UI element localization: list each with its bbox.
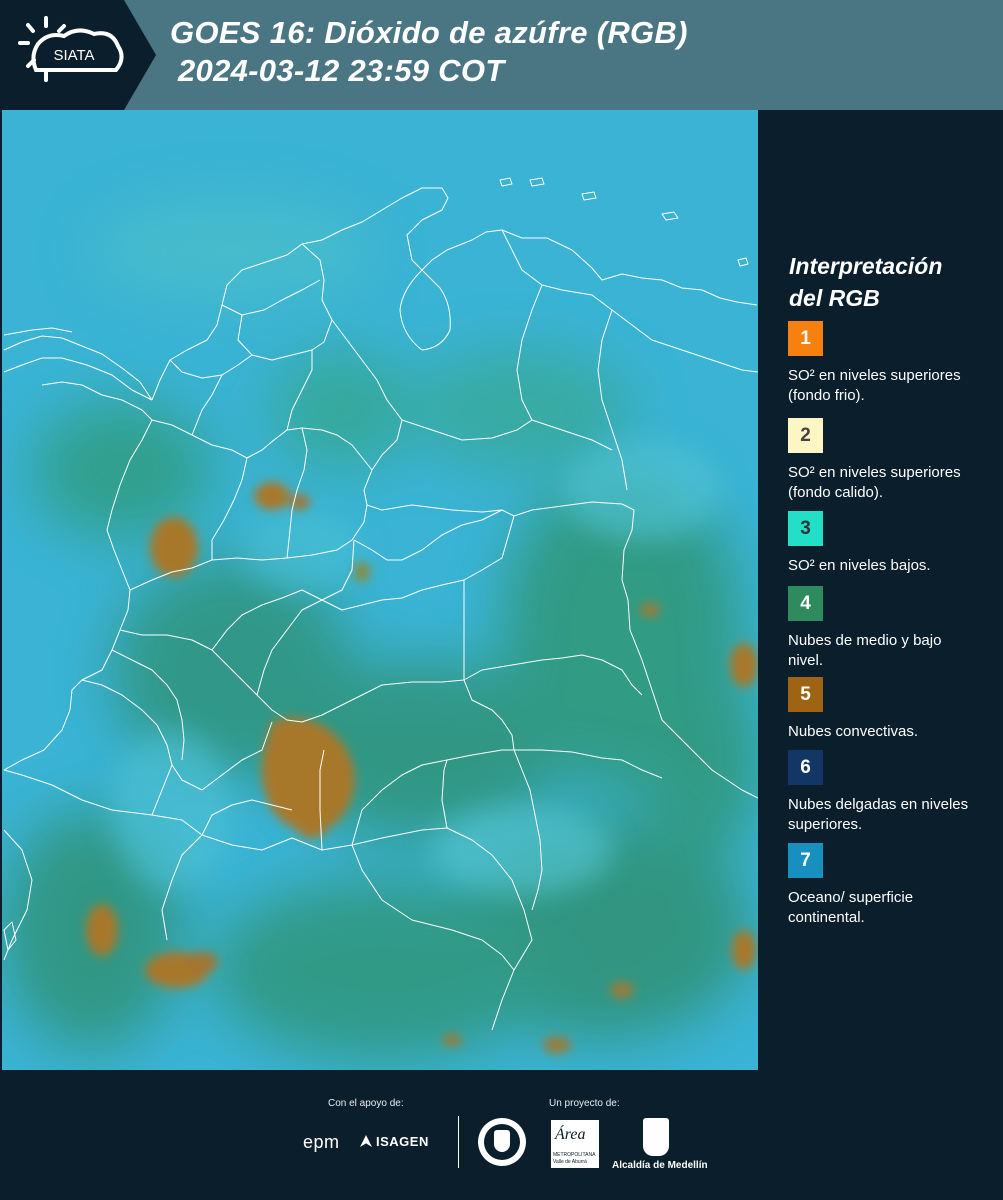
legend-item-4: 4 Nubes de medio y bajo nivel. [788,586,978,671]
logo-text: SIATA [53,47,94,64]
page-title: GOES 16: Dióxido de azúfre (RGB) 2024-03… [170,14,688,90]
legend-swatch-3: 3 [788,511,823,546]
legend-title-line2: del RGB [789,285,880,311]
title-product: GOES 16: Dióxido de azúfre (RGB) [170,15,688,50]
legend-item-7: 7 Oceano/ superficie continental. [788,843,978,928]
legend-title-line1: Interpretación [789,253,943,279]
legend-panel: Interpretación del RGB 1 SO² en niveles … [760,110,1003,1070]
legend-title: Interpretación del RGB [789,250,942,314]
legend-item-5: 5 Nubes convectivas. [788,677,978,742]
legend-text-5: Nubes convectivas. [788,723,919,740]
legend-swatch-7: 7 [788,843,823,878]
title-timestamp: 2024-03-12 23:59 COT [178,53,505,88]
alcaldia-shield-icon[interactable] [643,1118,669,1156]
legend-swatch-6: 6 [788,750,823,785]
area-logo-caption1: METROPOLITANA [553,1152,596,1158]
isagen-logo[interactable]: ISAGEN [360,1134,429,1149]
epm-logo-text: epm [303,1132,340,1152]
legend-swatch-4: 4 [788,586,823,621]
area-metropolitana-logo[interactable]: Área METROPOLITANA Valle de Aburrá [551,1120,599,1168]
legend-swatch-5: 5 [788,677,823,712]
alcaldia-caption: Alcaldía de Medellín [612,1160,708,1171]
header-bar: SIATA GOES 16: Dióxido de azúfre (RGB) 2… [0,0,1003,110]
siata-logo[interactable]: SIATA [0,0,156,110]
project-label: Un proyecto de: [549,1098,620,1109]
legend-item-2: 2 SO² en niveles superiores (fondo calid… [788,418,978,503]
legend-item-6: 6 Nubes delgadas en niveles superiores. [788,750,978,835]
epm-logo[interactable]: epm [303,1132,340,1153]
legend-text-3: SO² en niveles bajos. [788,557,931,574]
legend-text-7: Oceano/ superficie continental. [788,889,914,926]
legend-text-2: SO² en niveles superiores (fondo calido)… [788,464,961,501]
legend-swatch-1: 1 [788,321,823,356]
area-logo-text: Área [555,1126,586,1143]
satellite-map[interactable] [2,110,758,1070]
medellin-seal-icon[interactable] [478,1118,526,1166]
isagen-logo-text: ISAGEN [376,1134,429,1149]
footer-divider [458,1116,459,1168]
legend-text-4: Nubes de medio y bajo nivel. [788,632,942,669]
legend-item-3: 3 SO² en niveles bajos. [788,511,978,576]
legend-text-6: Nubes delgadas en niveles superiores. [788,796,969,833]
isagen-icon [360,1135,372,1147]
legend-item-1: 1 SO² en niveles superiores (fondo frio)… [788,321,978,406]
area-logo-caption2: Valle de Aburrá [553,1159,587,1165]
footer: Con el apoyo de: Un proyecto de: epm ISA… [0,1070,1003,1200]
legend-swatch-2: 2 [788,418,823,453]
legend-text-1: SO² en niveles superiores (fondo frio). [788,367,961,404]
support-label: Con el apoyo de: [328,1098,404,1109]
